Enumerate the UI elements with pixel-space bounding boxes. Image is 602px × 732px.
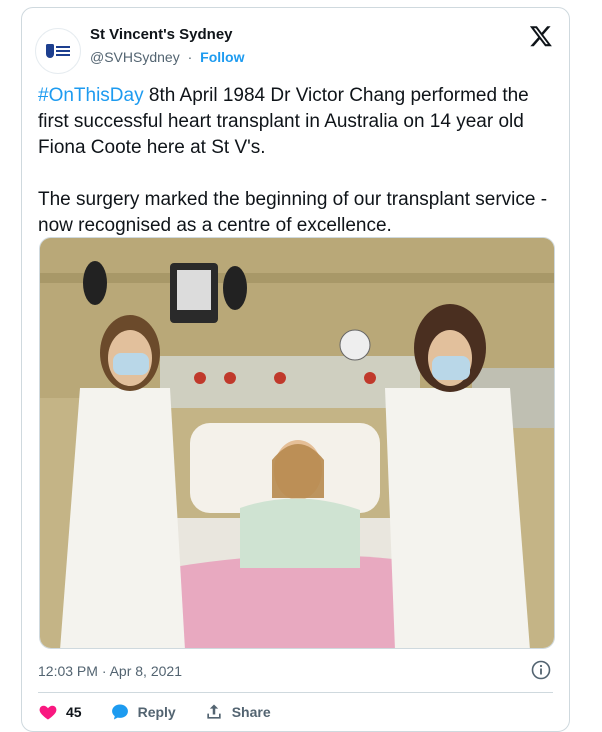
hospital-crest-icon <box>46 44 54 58</box>
follow-button[interactable]: Follow <box>200 49 244 65</box>
share-icon <box>207 704 221 719</box>
handle-row: @SVHSydney · Follow <box>90 49 244 65</box>
share-label: Share <box>231 704 271 720</box>
x-logo-icon[interactable] <box>529 24 553 48</box>
author-handle[interactable]: @SVHSydney <box>90 49 180 65</box>
tweet-card[interactable]: St Vincent's Sydney @SVHSydney · Follow … <box>21 7 570 732</box>
tweet-text: #OnThisDay 8th April 1984 Dr Victor Chan… <box>38 83 553 239</box>
tweet-paragraph-1: #OnThisDay 8th April 1984 Dr Victor Chan… <box>38 83 553 161</box>
hospital-room-photo <box>40 238 554 648</box>
action-bar: 45 Reply Share <box>38 702 299 722</box>
tweet-paragraph-2: The surgery marked the beginning of our … <box>38 189 548 236</box>
heart-icon <box>39 705 57 720</box>
tweet-photo[interactable] <box>39 237 555 649</box>
like-count: 45 <box>66 704 82 720</box>
speech-bubble-icon <box>111 704 128 720</box>
hospital-logo-text-icon <box>56 46 70 56</box>
share-button[interactable]: Share <box>204 702 271 722</box>
reply-button[interactable]: Reply <box>110 702 176 722</box>
like-button[interactable]: 45 <box>38 702 82 722</box>
separator-dot: · <box>187 49 193 65</box>
info-icon[interactable] <box>531 660 551 680</box>
hashtag-link[interactable]: #OnThisDay <box>38 85 144 106</box>
avatar[interactable] <box>35 28 81 74</box>
tweet-timestamp[interactable]: 12:03 PM · Apr 8, 2021 <box>38 663 182 679</box>
divider <box>38 692 553 693</box>
reply-label: Reply <box>137 704 176 720</box>
author-name[interactable]: St Vincent's Sydney <box>90 26 233 43</box>
